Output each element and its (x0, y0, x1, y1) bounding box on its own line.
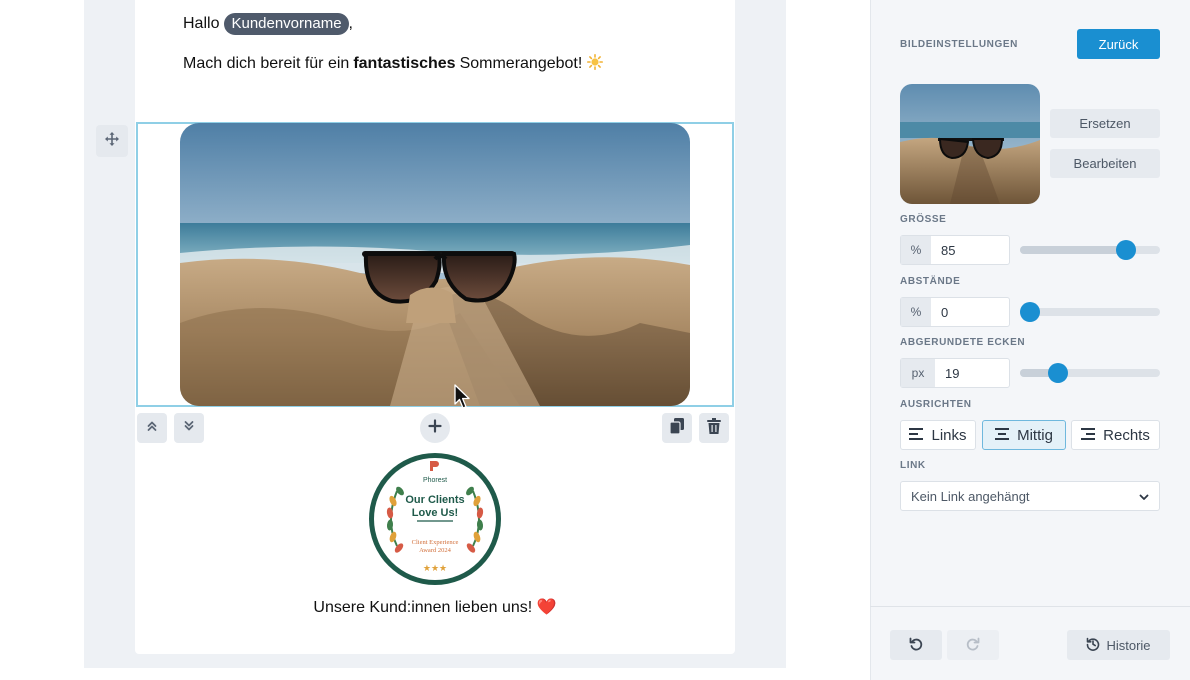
undo-icon (909, 637, 923, 654)
history-icon (1086, 637, 1100, 654)
delete-button[interactable] (699, 413, 729, 443)
align-right-icon (1081, 427, 1096, 444)
badge-stars: ★★★ (423, 564, 447, 574)
move-up-icon (146, 419, 158, 437)
link-select[interactable]: Kein Link angehängt (900, 481, 1160, 511)
spacing-field[interactable]: % 0 (900, 297, 1010, 327)
badge-line1: Our Clients (405, 494, 464, 506)
radius-label: ABGERUNDETE ECKEN (900, 337, 1026, 348)
badge-award-line2: Award 2024 (419, 547, 451, 554)
placeholder-token[interactable]: Kundenvorname (224, 13, 349, 35)
radius-unit: px (901, 359, 935, 387)
undo-button[interactable] (890, 630, 942, 660)
history-label: Historie (1106, 637, 1151, 653)
duplicate-button[interactable] (662, 413, 692, 443)
heart-icon: ❤️ (536, 599, 557, 616)
align-center-button[interactable]: Mittig (982, 420, 1066, 450)
align-left-button[interactable]: Links (900, 420, 976, 450)
spacing-unit: % (901, 298, 931, 326)
sun-icon (587, 53, 604, 75)
beach-photo[interactable] (180, 123, 690, 406)
caption-text: Unsere Kund:innen lieben uns! ❤️ (135, 597, 735, 617)
replace-image-button[interactable]: Ersetzen (1050, 109, 1160, 138)
panel-title: BILDEINSTELLUNGEN (900, 39, 1018, 50)
align-left-label: Links (931, 426, 967, 444)
chevron-down-icon (1139, 490, 1149, 505)
size-field[interactable]: % 85 (900, 235, 1010, 265)
size-unit: % (901, 236, 931, 264)
greeting-suffix: , (348, 15, 353, 32)
align-center-icon (995, 427, 1010, 444)
add-block-button[interactable] (420, 413, 450, 443)
copy-icon (669, 417, 684, 439)
move-down-button[interactable] (174, 413, 204, 443)
align-right-button[interactable]: Rechts (1071, 420, 1160, 450)
move-up-button[interactable] (137, 413, 167, 443)
greeting-line: Hallo Kundenvorname , (183, 12, 353, 36)
badge-line2: Love Us! (412, 507, 458, 519)
award-badge-image[interactable]: Phorest Our Clients Love Us! Client Expe… (367, 451, 503, 587)
move-block-button[interactable] (96, 125, 128, 157)
intro-text-after: Sommerangebot! (459, 55, 583, 72)
size-label: GRÖSSE (900, 214, 947, 225)
image-thumbnail (900, 84, 1040, 204)
radius-field[interactable]: px 19 (900, 358, 1010, 388)
edit-image-button[interactable]: Bearbeiten (1050, 149, 1160, 178)
size-slider[interactable] (1020, 240, 1160, 260)
spacing-label: ABSTÄNDE (900, 276, 961, 287)
intro-text-before: Mach dich bereit für ein (183, 55, 350, 72)
trash-icon (707, 417, 721, 439)
redo-icon (966, 637, 980, 654)
greeting-prefix: Hallo (183, 15, 220, 32)
radius-input[interactable]: 19 (935, 359, 959, 387)
intro-text-bold: fantastisches (353, 55, 456, 72)
size-slider-knob[interactable] (1116, 240, 1136, 260)
back-button[interactable]: Zurück (1077, 29, 1160, 59)
size-input[interactable]: 85 (931, 236, 955, 264)
align-left-icon (909, 427, 924, 444)
align-label: AUSRICHTEN (900, 399, 972, 410)
panel-footer-divider (870, 606, 1190, 607)
spacing-slider-knob[interactable] (1020, 302, 1040, 322)
radius-slider[interactable] (1020, 363, 1160, 383)
link-label: LINK (900, 460, 926, 471)
history-button[interactable]: Historie (1067, 630, 1170, 660)
size-slider-fill (1020, 246, 1126, 254)
radius-slider-knob[interactable] (1047, 363, 1068, 383)
badge-brand: Phorest (423, 477, 447, 484)
move-icon (105, 131, 119, 151)
spacing-input[interactable]: 0 (931, 298, 948, 326)
add-icon (428, 418, 442, 438)
intro-line: Mach dich bereit für ein fantastisches S… (183, 53, 604, 75)
move-down-icon (183, 419, 195, 437)
badge-award-line1: Client Experience (412, 539, 459, 546)
mouse-cursor-icon (454, 384, 472, 410)
spacing-slider[interactable] (1020, 302, 1160, 322)
link-select-value: Kein Link angehängt (911, 488, 1030, 504)
align-right-label: Rechts (1103, 426, 1150, 444)
caption-label: Unsere Kund:innen lieben uns! (313, 599, 533, 616)
redo-button[interactable] (947, 630, 999, 660)
align-center-label: Mittig (1017, 426, 1053, 444)
